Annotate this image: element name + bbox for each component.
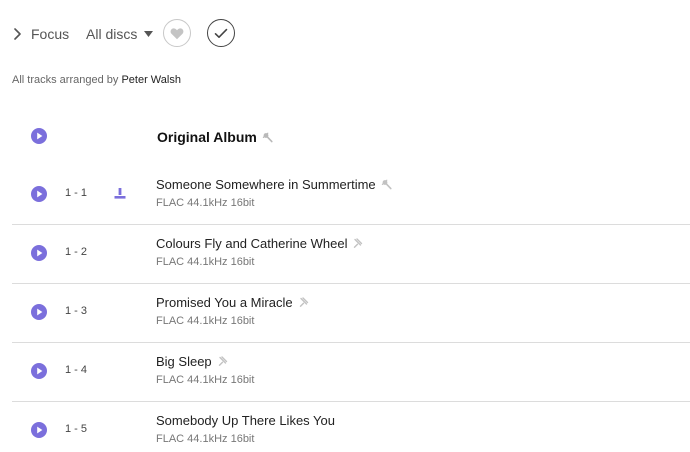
- track-title-label: Big Sleep: [156, 354, 212, 369]
- pin-icon[interactable]: [352, 238, 363, 249]
- track-title-label: Promised You a Miracle: [156, 295, 293, 310]
- play-track-icon[interactable]: [31, 363, 47, 379]
- disc-title: Original Album: [157, 129, 273, 145]
- pin-icon[interactable]: [381, 179, 392, 190]
- check-icon: [214, 28, 228, 38]
- play-track-icon[interactable]: [31, 186, 47, 202]
- focus-button[interactable]: Focus: [12, 24, 69, 44]
- track-title-label: Someone Somewhere in Summertime: [156, 177, 376, 192]
- track-quality: FLAC 44.1kHz 16bit: [156, 374, 255, 386]
- pin-icon[interactable]: [298, 297, 309, 308]
- focus-label: Focus: [31, 26, 70, 42]
- track-row[interactable]: 1 - 3 Promised You a Miracle FLAC 44.1kH…: [0, 284, 690, 343]
- caret-down-icon: [144, 31, 154, 37]
- track-quality: FLAC 44.1kHz 16bit: [156, 197, 255, 209]
- track-quality: FLAC 44.1kHz 16bit: [156, 256, 255, 268]
- track-number: 1 - 5: [65, 423, 88, 435]
- track-quality: FLAC 44.1kHz 16bit: [156, 315, 255, 327]
- pin-icon[interactable]: [217, 356, 228, 367]
- arranger-name[interactable]: Peter Walsh: [121, 74, 181, 86]
- track-title-label: Colours Fly and Catherine Wheel: [156, 236, 348, 251]
- track-number: 1 - 3: [65, 305, 88, 317]
- track-title-label: Somebody Up There Likes You: [156, 413, 335, 428]
- downloaded-icon: [114, 188, 126, 199]
- toolbar: Focus All discs: [0, 0, 690, 68]
- arranger-credit: All tracks arranged by Peter Walsh: [12, 74, 181, 86]
- track-number: 1 - 2: [65, 246, 88, 258]
- track-row[interactable]: 1 - 1 Someone Somewhere in Summertime FL…: [0, 166, 690, 225]
- track-title: Someone Somewhere in Summertime: [156, 177, 392, 192]
- pin-icon[interactable]: [262, 132, 273, 143]
- track-quality: FLAC 44.1kHz 16bit: [156, 433, 255, 445]
- track-row[interactable]: 1 - 4 Big Sleep FLAC 44.1kHz 16bit: [0, 343, 690, 402]
- track-number: 1 - 1: [65, 187, 88, 199]
- track-title: Colours Fly and Catherine Wheel: [156, 236, 363, 251]
- track-title: Big Sleep: [156, 354, 228, 369]
- play-track-icon[interactable]: [31, 422, 47, 438]
- disc-header: Original Album: [0, 120, 690, 156]
- play-track-icon[interactable]: [31, 245, 47, 261]
- favorite-button[interactable]: [163, 19, 191, 47]
- track-title: Promised You a Miracle: [156, 295, 309, 310]
- arranger-credit-prefix: All tracks arranged by: [12, 74, 119, 86]
- disc-title-label: Original Album: [157, 129, 257, 145]
- play-disc-icon[interactable]: [31, 128, 47, 144]
- disc-selector-label: All discs: [86, 26, 138, 42]
- heart-icon: [170, 27, 184, 39]
- track-title: Somebody Up There Likes You: [156, 413, 335, 428]
- track-row[interactable]: 1 - 5 Somebody Up There Likes You FLAC 4…: [0, 402, 690, 452]
- track-number: 1 - 4: [65, 364, 88, 376]
- play-track-icon[interactable]: [31, 304, 47, 320]
- track-row[interactable]: 1 - 2 Colours Fly and Catherine Wheel FL…: [0, 225, 690, 284]
- chevron-right-icon: [14, 28, 21, 40]
- mark-as-owned-button[interactable]: [207, 19, 235, 47]
- disc-selector-dropdown[interactable]: All discs: [86, 24, 154, 44]
- album-tracklist-page: Focus All discs All tracks arranged by P…: [0, 0, 690, 452]
